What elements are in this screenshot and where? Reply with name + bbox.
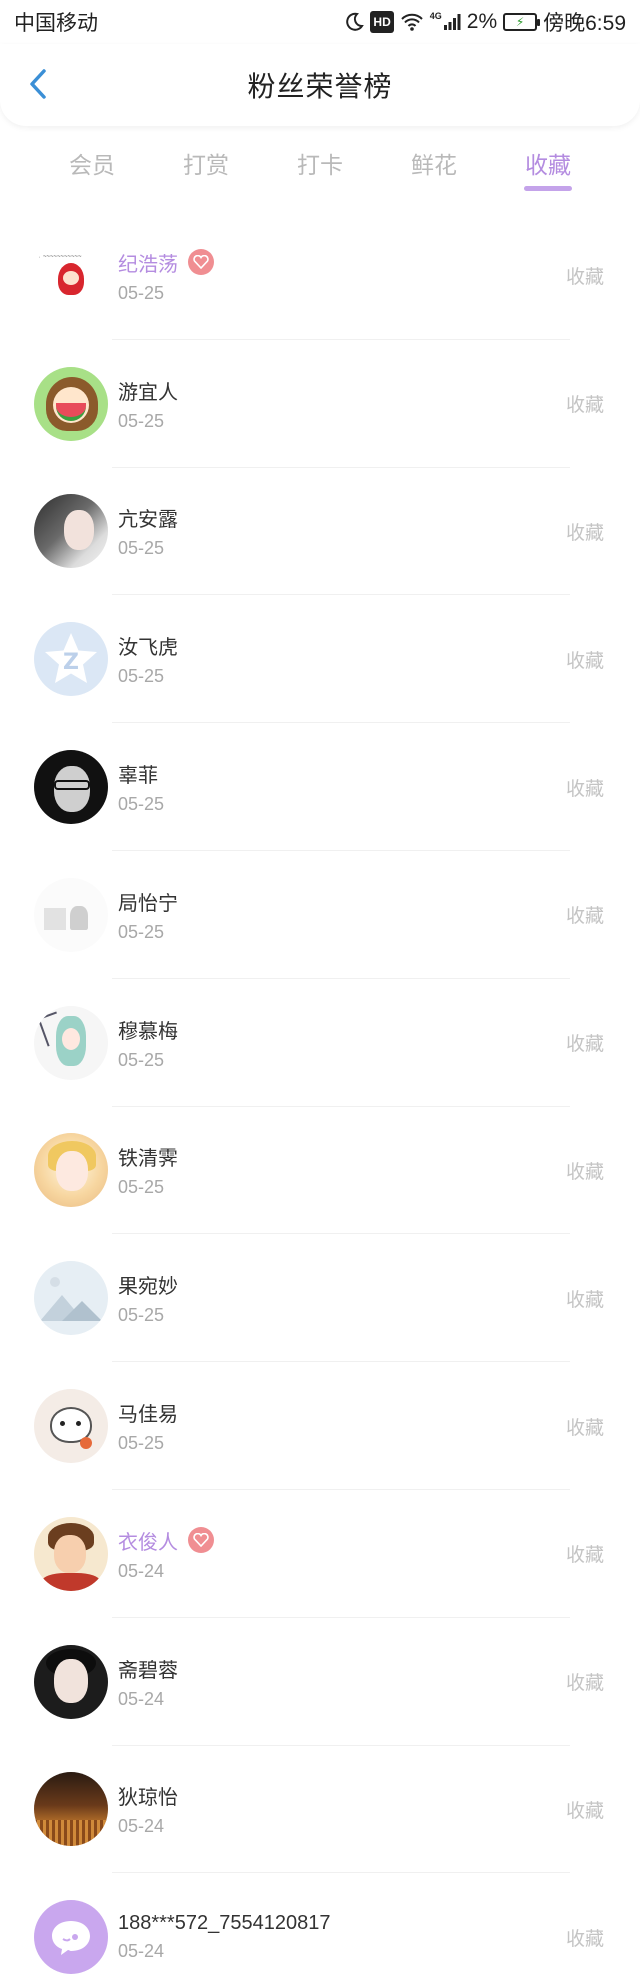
user-name[interactable]: 局怡宁 — [118, 887, 178, 916]
favorite-label: 收藏 — [565, 1161, 604, 1183]
diamond-heart-icon — [188, 1527, 214, 1554]
favorite-label: 收藏 — [565, 267, 604, 289]
list-item[interactable]: Z 汝飞虎 05-25 收藏 — [0, 595, 640, 723]
list-item[interactable]: 亢安露 05-25 收藏 — [0, 468, 640, 596]
avatar[interactable]: Z — [34, 622, 108, 697]
list-item[interactable]: 衣俊人 05-24 收藏 — [0, 1490, 640, 1618]
favorite-label: 收藏 — [565, 1800, 604, 1822]
moon-icon — [344, 11, 365, 33]
avatar[interactable] — [34, 1900, 108, 1975]
status-icons: HD 4G 2% ⚡ 傍晚6:59 — [344, 7, 626, 37]
hd-icon: HD — [370, 11, 394, 33]
avatar[interactable] — [34, 750, 108, 825]
favorite-label: 收藏 — [565, 1673, 604, 1695]
favorite-label: 收藏 — [565, 1545, 604, 1567]
item-date: 05-25 — [118, 282, 165, 303]
avatar[interactable] — [34, 1516, 108, 1591]
avatar[interactable] — [34, 1261, 108, 1336]
list-item[interactable]: 狄琼怡 05-24 收藏 — [0, 1746, 640, 1874]
user-name[interactable]: 马佳易 — [118, 1398, 178, 1427]
status-bar: 中国移动 HD 4G 2% ⚡ 傍晚6:59 — [0, 0, 640, 44]
avatar[interactable] — [34, 1389, 108, 1464]
tab-flowers[interactable]: 鲜花 — [377, 140, 491, 200]
avatar[interactable]: ﾍﾞ~~~~~~~~~~~ — [34, 238, 108, 313]
list-item[interactable]: 马佳易 05-25 收藏 — [0, 1362, 640, 1490]
user-name[interactable]: 衣俊人 — [118, 1526, 178, 1555]
item-date: 05-25 — [118, 1305, 165, 1326]
item-date: 05-24 — [118, 1688, 165, 1709]
tab-tip[interactable]: 打赏 — [149, 140, 263, 200]
user-name[interactable]: 游宜人 — [118, 376, 178, 405]
item-date: 05-25 — [118, 538, 165, 559]
list-item[interactable]: 游宜人 05-25 收藏 — [0, 340, 640, 468]
chevron-left-icon — [30, 69, 46, 99]
page-title: 粉丝荣誉榜 — [247, 71, 393, 102]
signal-icon: 4G — [430, 11, 461, 33]
list-item[interactable]: 188***572_7554120817 05-24 收藏 — [0, 1873, 640, 1985]
status-time: 傍晚6:59 — [543, 12, 626, 35]
item-date: 05-25 — [118, 666, 165, 687]
favorite-label: 收藏 — [565, 395, 604, 417]
list-item[interactable]: ﾍﾞ~~~~~~~~~~~ 纪浩荡 05-25 收藏 — [0, 212, 640, 340]
avatar[interactable] — [34, 877, 108, 952]
tab-checkin[interactable]: 打卡 — [263, 140, 377, 200]
favorite-label: 收藏 — [565, 778, 604, 800]
list-item[interactable]: 铁清霁 05-25 收藏 — [0, 1107, 640, 1235]
avatar[interactable] — [34, 1772, 108, 1847]
item-date: 05-25 — [118, 1433, 165, 1454]
user-name[interactable]: 亢安露 — [118, 503, 178, 532]
item-date: 05-24 — [118, 1941, 165, 1962]
avatar[interactable] — [34, 1644, 108, 1719]
favorite-label: 收藏 — [565, 1034, 604, 1056]
user-name[interactable]: 斋碧蓉 — [118, 1654, 178, 1683]
item-date: 05-25 — [118, 1177, 165, 1198]
svg-text:Z: Z — [63, 650, 79, 675]
tab-member[interactable]: 会员 — [35, 140, 149, 200]
fan-list: ﾍﾞ~~~~~~~~~~~ 纪浩荡 05-25 收藏 游宜人 05-25 收藏 … — [0, 212, 640, 1985]
user-name[interactable]: 188***572_7554120817 — [118, 1912, 330, 1935]
favorite-label: 收藏 — [565, 1417, 604, 1439]
list-item[interactable]: 局怡宁 05-25 收藏 — [0, 851, 640, 979]
avatar[interactable] — [34, 366, 108, 441]
avatar[interactable] — [34, 1005, 108, 1080]
tab-favorites[interactable]: 收藏 — [491, 140, 605, 200]
user-name[interactable]: 纪浩荡 — [118, 248, 178, 277]
network-type: 4G — [429, 11, 442, 21]
user-name[interactable]: 狄琼怡 — [118, 1781, 178, 1810]
avatar[interactable] — [34, 1133, 108, 1208]
back-button[interactable] — [18, 64, 58, 104]
list-item[interactable]: 穆慕梅 05-25 收藏 — [0, 979, 640, 1107]
diamond-heart-icon — [188, 249, 214, 276]
favorite-label: 收藏 — [565, 650, 604, 672]
user-name[interactable]: 辜菲 — [118, 759, 158, 788]
nav-header: 粉丝荣誉榜 — [0, 44, 640, 126]
list-item[interactable]: 斋碧蓉 05-24 收藏 — [0, 1618, 640, 1746]
chat-bubble-icon — [52, 1921, 90, 1956]
wifi-icon — [400, 11, 424, 33]
favorite-label: 收藏 — [565, 906, 604, 928]
user-name[interactable]: 穆慕梅 — [118, 1015, 178, 1044]
list-item[interactable]: 辜菲 05-25 收藏 — [0, 723, 640, 851]
item-date: 05-25 — [118, 1049, 165, 1070]
list-item[interactable]: 果宛妙 05-25 收藏 — [0, 1234, 640, 1362]
favorite-label: 收藏 — [565, 522, 604, 544]
item-date: 05-25 — [118, 410, 165, 431]
user-name[interactable]: 果宛妙 — [118, 1270, 178, 1299]
item-date: 05-24 — [118, 1560, 165, 1581]
item-date: 05-24 — [118, 1816, 165, 1837]
battery-icon: ⚡ — [503, 13, 541, 31]
avatar[interactable] — [34, 494, 108, 569]
battery-percent: 2% — [466, 10, 498, 33]
item-date: 05-25 — [118, 794, 165, 815]
tab-bar: 会员 打赏 打卡 鲜花 收藏 — [0, 140, 640, 200]
favorite-label: 收藏 — [565, 1289, 604, 1311]
favorite-label: 收藏 — [565, 1928, 604, 1950]
carrier-name: 中国移动 — [14, 12, 98, 35]
star-icon: Z — [45, 633, 97, 684]
item-date: 05-25 — [118, 921, 165, 942]
user-name[interactable]: 汝飞虎 — [118, 631, 178, 660]
user-name[interactable]: 铁清霁 — [118, 1142, 178, 1171]
